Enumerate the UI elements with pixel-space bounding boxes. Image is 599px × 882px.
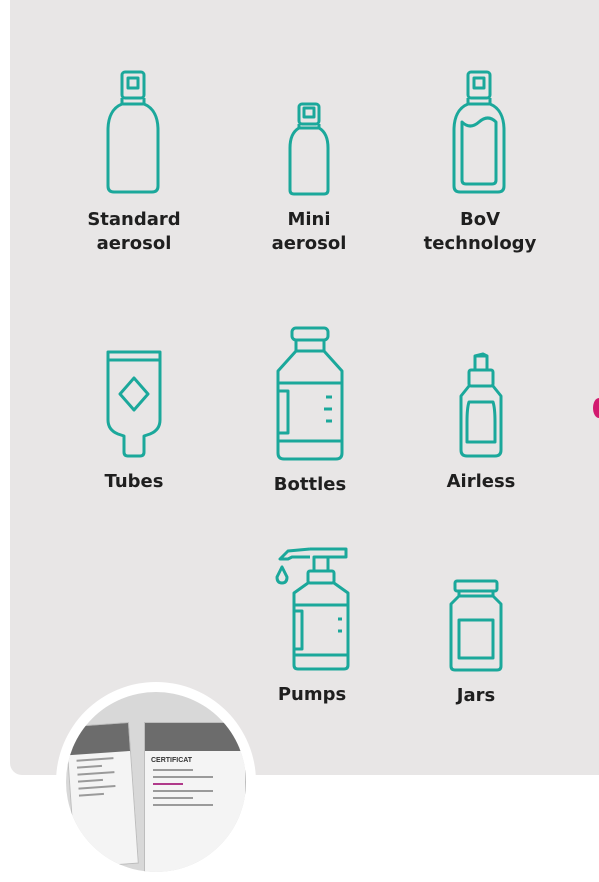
jar-icon: [449, 579, 503, 672]
certificate-photo: CERTIFICAT: [56, 682, 256, 882]
pump-bottle-icon: [275, 547, 350, 671]
item-bov-technology: BoV technology: [405, 68, 555, 256]
item-label: Jars: [456, 685, 496, 706]
mini-aerosol-icon: [288, 102, 330, 196]
certificate-title: CERTIFICAT: [151, 757, 193, 764]
item-standard-aerosol: Standard aerosol: [59, 68, 209, 256]
document-left: [66, 721, 139, 869]
item-label: Airless: [446, 471, 516, 492]
standard-aerosol-icon: [106, 70, 160, 194]
accent-dot: [593, 398, 599, 418]
bottle-icon: [276, 326, 344, 461]
item-label: Standard aerosol: [87, 209, 181, 254]
certificate-image: CERTIFICAT: [66, 692, 246, 872]
document-right: CERTIFICAT: [144, 722, 246, 872]
card-corner: [559, 0, 599, 40]
item-tubes: Tubes: [59, 348, 209, 494]
item-jars: Jars: [401, 578, 551, 708]
bov-technology-icon: [452, 70, 506, 194]
item-label: Pumps: [277, 684, 347, 705]
airless-icon: [459, 352, 503, 458]
item-airless: Airless: [406, 352, 556, 494]
item-label: BoV technology: [423, 209, 537, 254]
item-label: Mini aerosol: [271, 209, 347, 254]
item-mini-aerosol: Mini aerosol: [234, 100, 384, 256]
item-label: Bottles: [273, 474, 347, 495]
tube-icon: [106, 350, 162, 458]
item-label: Tubes: [104, 471, 164, 492]
item-bottles: Bottles: [235, 325, 385, 497]
item-pumps: Pumps: [237, 545, 387, 707]
